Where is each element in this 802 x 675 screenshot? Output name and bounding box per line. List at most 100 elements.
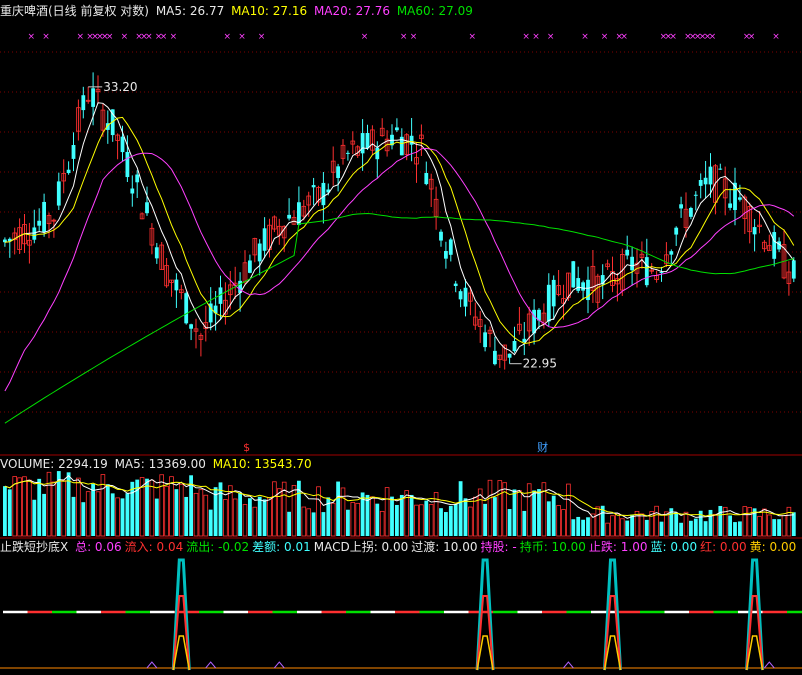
candle-body (644, 257, 649, 286)
candle-body (311, 185, 316, 188)
volume-bar (733, 522, 737, 536)
volume-bar (267, 496, 272, 537)
volume-bar (689, 520, 693, 536)
candle-body (336, 166, 340, 178)
candle-body (189, 324, 193, 329)
indicator-item: 流入: 0.04 (124, 540, 184, 554)
volume-bar (100, 474, 106, 537)
stock-chart[interactable]: 33.2022.95× × × ××××× × ××× ×× × × × × × × × × × × × × × ×× ×… (0, 0, 802, 675)
volume-bar (223, 499, 228, 537)
volume-bar (125, 493, 130, 536)
candle-body (444, 251, 448, 259)
candle-body (346, 152, 350, 154)
signal-x-mark: × (106, 32, 114, 42)
candle-body (360, 133, 365, 154)
high-price-label: 33.20 (103, 80, 137, 94)
signal-x-mark: × (258, 32, 266, 42)
volume-bar (379, 510, 385, 537)
volume-bar (154, 498, 159, 536)
volume-bar (566, 483, 571, 537)
volume-bar (526, 483, 532, 537)
volume-bar (242, 504, 248, 537)
indicator-item: 黄: 0.00 (749, 540, 797, 554)
signal-x-mark: × (170, 32, 178, 42)
candle-body (135, 174, 140, 183)
volume-bar (424, 500, 429, 536)
volume-bar (46, 471, 52, 537)
candle-body (71, 145, 76, 159)
volume-bar (762, 508, 767, 537)
volume-bar (674, 512, 679, 536)
indicator-item: 持币: 10.00 (519, 540, 586, 554)
indicator-small-peak (763, 661, 775, 669)
candle-body (752, 227, 757, 235)
candle-body (120, 136, 125, 153)
volume-bar (659, 521, 664, 536)
candle-body (184, 293, 189, 324)
volume-bar (414, 504, 419, 537)
signal-x-mark: × (772, 32, 780, 42)
low-price-label: 22.95 (523, 357, 557, 371)
volume-bar (463, 498, 468, 536)
volume-ma10-label: MA10: 13543.70 (212, 457, 312, 471)
indicator-small-peak (205, 661, 217, 669)
volume-bar (399, 494, 404, 536)
candle-body (659, 271, 664, 273)
volume-bar (262, 499, 267, 536)
volume-bar (639, 513, 645, 537)
signal-x-mark: × (709, 32, 717, 42)
volume-bar (708, 509, 713, 536)
candle-body (576, 278, 581, 291)
volume-bar (537, 489, 541, 536)
indicator-item: 止跌: 1.00 (588, 540, 648, 554)
volume-bar (644, 519, 649, 536)
candle-body (424, 173, 429, 185)
indicator-item: 流出: -0.02 (186, 540, 250, 554)
volume-bar (439, 508, 443, 536)
volume-bar (42, 493, 46, 536)
volume-bar (444, 512, 448, 536)
volume-ma5-label: MA5: 13369.00 (114, 457, 206, 471)
volume-bar (483, 503, 487, 536)
signal-x-mark: × (410, 32, 418, 42)
volume-bar (517, 490, 522, 537)
candle-body (409, 135, 414, 145)
volume-bar (654, 505, 659, 537)
volume-bar (350, 502, 356, 537)
candle-body (625, 249, 630, 256)
indicator-item: 持股: - (480, 540, 517, 554)
volume-bar (193, 492, 199, 537)
volume-bar (311, 512, 316, 536)
indicator-item: 差额: 0.01 (252, 540, 311, 554)
candle-body (551, 279, 556, 307)
volume-bar (110, 493, 115, 536)
volume-bar (581, 519, 585, 536)
indicator-small-peak (563, 661, 574, 669)
candle-body (130, 188, 135, 194)
volume-bar (507, 509, 512, 536)
volume-bar (297, 480, 301, 536)
volume-bar (693, 518, 698, 536)
volume-bar (630, 514, 634, 536)
candle-body (571, 261, 576, 288)
volume-bar (51, 481, 57, 537)
volume-bar (22, 476, 27, 537)
volume-bar (159, 474, 165, 537)
volume-bar (301, 506, 307, 537)
volume-bar (336, 481, 340, 536)
candle-body (791, 260, 796, 279)
volume-bar (772, 519, 777, 536)
signal-x-mark: × (121, 32, 129, 42)
candle-body (630, 256, 634, 271)
indicator-item: MACD上拐: 0.00 (313, 540, 409, 554)
indicator-small-peak (146, 661, 158, 669)
signal-x-mark: × (400, 32, 408, 42)
candle-body (458, 291, 463, 300)
volume-bar (272, 481, 277, 537)
candle-body (453, 283, 458, 286)
candle-body (287, 214, 291, 219)
candle-body (532, 309, 536, 334)
volume-bar (17, 477, 22, 537)
volume-bar (409, 494, 414, 536)
candle-body (125, 151, 130, 178)
